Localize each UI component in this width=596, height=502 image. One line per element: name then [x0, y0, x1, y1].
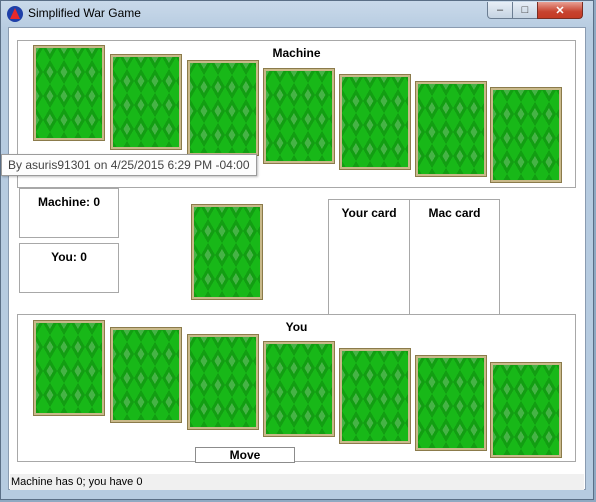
- machine-score: Machine: 0: [19, 188, 119, 238]
- java-app-icon: [7, 6, 23, 22]
- status-bar: Machine has 0; you have 0: [10, 474, 584, 490]
- machine-card: [490, 87, 562, 183]
- player-card[interactable]: [339, 348, 411, 444]
- close-icon: ✕: [555, 4, 565, 17]
- your-card-slot: Your card: [328, 199, 410, 315]
- window-title: Simplified War Game: [28, 6, 141, 20]
- player-card[interactable]: [490, 362, 562, 458]
- machine-card: [33, 45, 105, 141]
- move-button[interactable]: Move: [195, 447, 295, 463]
- maximize-icon: □: [521, 4, 529, 16]
- player-card[interactable]: [263, 341, 335, 437]
- close-button[interactable]: ✕: [537, 2, 583, 19]
- machine-card: [263, 68, 335, 164]
- machine-card: [187, 60, 259, 156]
- mac-card-slot: Mac card: [409, 199, 500, 315]
- machine-card: [415, 81, 487, 177]
- minimize-icon: –: [496, 4, 504, 16]
- player-score: You: 0: [19, 243, 119, 293]
- author-tooltip: By asuris91301 on 4/25/2015 6:29 PM -04:…: [1, 154, 257, 176]
- draw-deck-card[interactable]: [191, 204, 263, 300]
- player-card[interactable]: [187, 334, 259, 430]
- player-card[interactable]: [110, 327, 182, 423]
- machine-card: [110, 54, 182, 150]
- minimize-button[interactable]: –: [487, 2, 513, 19]
- app-window: Simplified War Game – □ ✕ Machine Machin…: [0, 0, 594, 500]
- game-area: Machine Machine: 0 You: 0 Your card Mac …: [1, 27, 586, 490]
- player-card[interactable]: [415, 355, 487, 451]
- player-card[interactable]: [33, 320, 105, 416]
- player-panel: You: [17, 314, 576, 462]
- title-bar[interactable]: Simplified War Game – □ ✕: [1, 1, 593, 27]
- maximize-button[interactable]: □: [512, 2, 538, 19]
- machine-card: [339, 74, 411, 170]
